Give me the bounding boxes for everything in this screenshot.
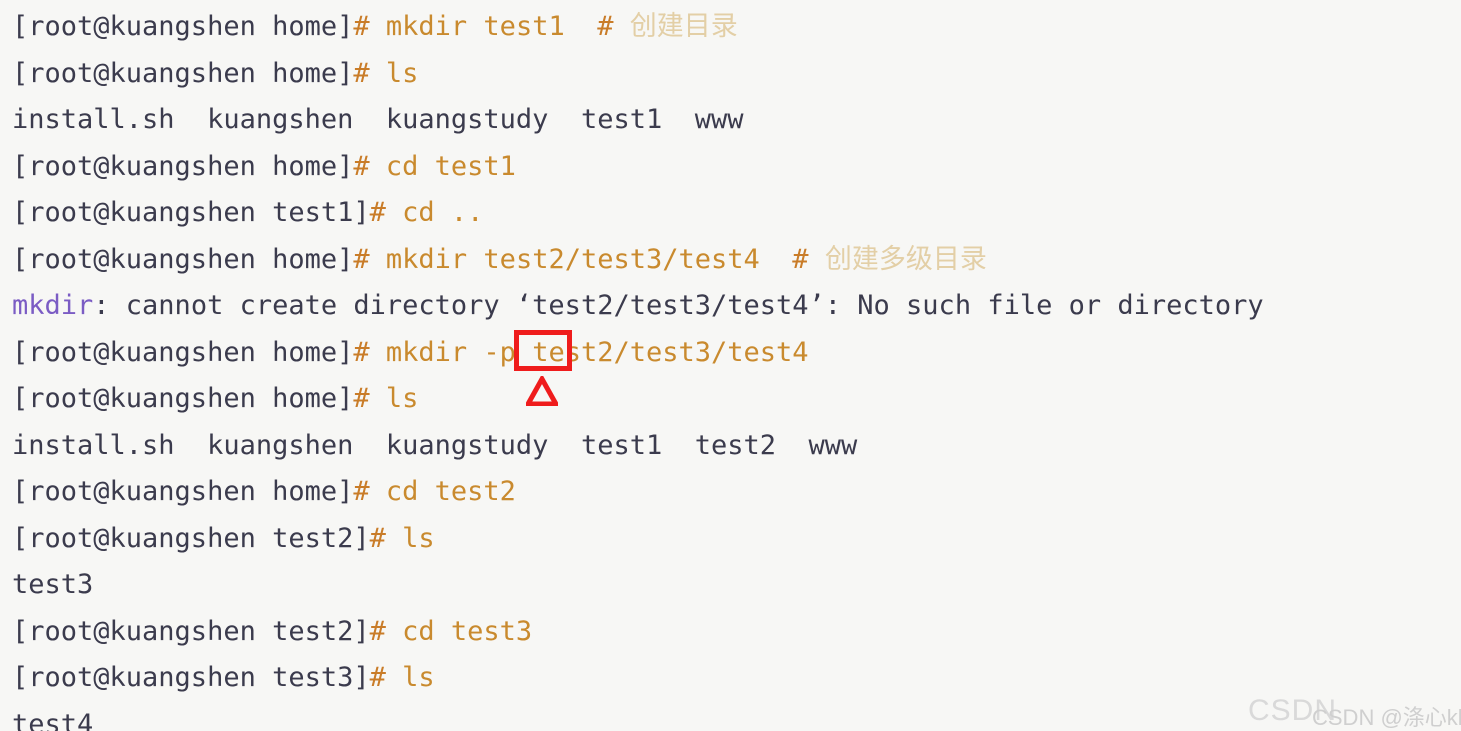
terminal-segment-output: : cannot create directory ‘test2/test3/t… — [93, 290, 1264, 321]
terminal-segment-hash: # — [369, 662, 386, 693]
terminal-line: test3 — [12, 562, 1461, 609]
terminal-segment-command: mkdir -p test2/test3/test4 — [369, 336, 809, 368]
terminal-segment-comment: 创建目录 — [613, 11, 738, 42]
terminal-segment-command: ls — [369, 57, 419, 89]
terminal-line: [root@kuangshen home]# mkdir test2/test3… — [12, 237, 1461, 284]
terminal-segment-hash: # — [353, 243, 370, 275]
terminal-line: [root@kuangshen test3]# ls — [12, 655, 1461, 702]
terminal-segment-hash: # — [353, 476, 370, 507]
terminal-segment-output: install.sh kuangshen kuangstudy test1 ww… — [12, 104, 744, 135]
terminal-segment-prompt: [root@kuangshen home] — [12, 150, 354, 182]
terminal-segment-prompt: [root@kuangshen home] — [12, 336, 354, 368]
terminal-segment-hash: # — [759, 243, 809, 275]
terminal-segment-hash: # — [369, 615, 386, 647]
terminal-segment-hash: # — [369, 522, 386, 554]
terminal-line: [root@kuangshen test2]# cd test3 — [12, 609, 1461, 656]
terminal-segment-prompt: [root@kuangshen home] — [12, 57, 354, 89]
terminal-line: [root@kuangshen test2]# ls — [12, 516, 1461, 563]
terminal-segment-comment: 创建多级目录 — [808, 243, 987, 275]
terminal-segment-output: install.sh kuangshen kuangstudy test1 te… — [12, 429, 858, 461]
terminal-segment-output: test3 — [12, 569, 94, 600]
terminal-segment-hash: # — [353, 336, 370, 368]
terminal-segment-command: cd test1 — [369, 150, 516, 182]
terminal-segment-prompt: [root@kuangshen home] — [12, 476, 354, 507]
terminal-segment-command: ls — [385, 522, 435, 554]
terminal-line: [root@kuangshen home]# ls — [12, 51, 1461, 98]
terminal-segment-prompt: [root@kuangshen test2] — [12, 522, 370, 554]
terminal-line: [root@kuangshen home]# cd test2 — [12, 469, 1461, 516]
terminal-segment-prompt: [root@kuangshen test2] — [12, 615, 370, 647]
terminal-segment-hash: # — [353, 57, 370, 89]
terminal-segment-hash: # — [564, 11, 614, 42]
terminal-line: mkdir: cannot create directory ‘test2/te… — [12, 283, 1461, 330]
terminal-segment-prompt: [root@kuangshen home] — [12, 11, 354, 42]
terminal-line: install.sh kuangshen kuangstudy test1 ww… — [12, 97, 1461, 144]
terminal-segment-hash: # — [353, 150, 370, 182]
terminal-segment-output: test4 — [12, 708, 94, 731]
terminal-line: [root@kuangshen home]# mkdir test1 # 创建目… — [12, 4, 1461, 51]
terminal-line: [root@kuangshen home]# mkdir -p test2/te… — [12, 330, 1461, 377]
terminal-segment-command: mkdir test1 — [369, 11, 565, 42]
terminal-line: [root@kuangshen home]# cd test1 — [12, 144, 1461, 191]
terminal-line: install.sh kuangshen kuangstudy test1 te… — [12, 423, 1461, 470]
terminal-segment-command: cd .. — [385, 197, 484, 228]
terminal-segment-prompt: [root@kuangshen home] — [12, 243, 354, 275]
terminal-segment-prompt: [root@kuangshen test1] — [12, 197, 370, 228]
terminal-segment-command: ls — [369, 383, 419, 414]
terminal-segment-error-command: mkdir — [12, 290, 94, 321]
terminal-line: [root@kuangshen test1]# cd .. — [12, 190, 1461, 237]
terminal-segment-command: cd test3 — [385, 615, 533, 647]
terminal-segment-hash: # — [353, 11, 370, 42]
terminal-line: test4 — [12, 702, 1461, 731]
terminal-segment-prompt: [root@kuangshen test3] — [12, 662, 370, 693]
terminal-segment-command: mkdir test2/test3/test4 — [369, 243, 760, 275]
terminal-segment-command: cd test2 — [369, 476, 516, 507]
terminal-segment-command: ls — [385, 662, 435, 693]
terminal-segment-hash: # — [353, 383, 370, 414]
terminal-output[interactable]: [root@kuangshen home]# mkdir test1 # 创建目… — [0, 0, 1461, 731]
terminal-screenshot: [root@kuangshen home]# mkdir test1 # 创建目… — [0, 0, 1461, 731]
terminal-line: [root@kuangshen home]# ls — [12, 376, 1461, 423]
terminal-segment-prompt: [root@kuangshen home] — [12, 383, 354, 414]
terminal-segment-hash: # — [369, 197, 386, 228]
